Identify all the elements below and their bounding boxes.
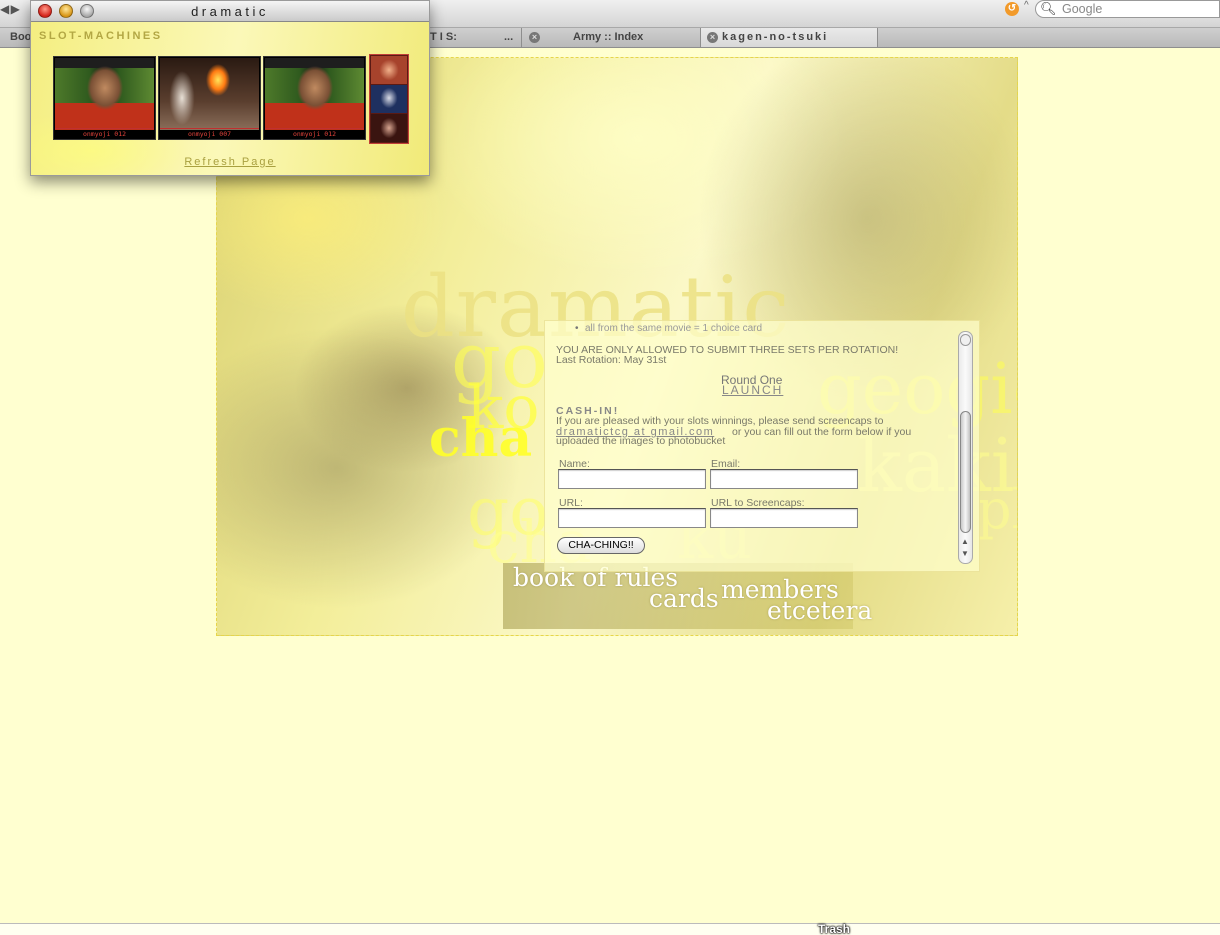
member-thumbnail[interactable] — [371, 114, 407, 142]
slot-card-divider — [55, 128, 154, 129]
close-tab-icon[interactable]: × — [707, 32, 718, 43]
launch-link[interactable]: LAUNCH — [722, 383, 783, 397]
search-menu-caret-icon[interactable]: ^ — [1024, 0, 1029, 11]
scroll-down-arrow-icon[interactable]: ▼ — [961, 549, 969, 558]
scroll-top-cap — [960, 334, 971, 346]
scroll-thumb[interactable] — [960, 411, 971, 533]
content-panel[interactable]: all from the same movie = 1 choice card … — [544, 320, 980, 572]
tab-label: T I S: — [430, 31, 457, 43]
tab-kagen-no-tsuki[interactable]: × kagen-no-tsuki — [701, 28, 878, 47]
close-tab-icon[interactable]: × — [529, 32, 540, 43]
slot-card: onmyoji 012 — [53, 56, 156, 140]
last-rotation-text: Last Rotation: May 31st — [556, 354, 667, 366]
tab-label: Army :: Index — [573, 31, 644, 43]
url-field[interactable] — [558, 508, 706, 528]
slot-machine-popup-window: dramatic SLOT-MACHINES onmyoji 012 onmyo… — [30, 0, 430, 176]
tab-bookmarks[interactable]: Boo — [0, 28, 33, 47]
scroll-up-arrow-icon[interactable]: ▲ — [961, 537, 969, 546]
back-forward-icon[interactable]: ◀ ▶ — [0, 2, 20, 16]
tab-label: kagen-no-tsuki — [722, 31, 829, 43]
slot-card-label: onmyoji 007 — [187, 130, 232, 138]
slot-card-image — [160, 58, 259, 130]
cashin-text: If you are pleased with your slots winni… — [556, 415, 884, 427]
screencaps-url-field[interactable] — [710, 508, 858, 528]
cashin-text: uploaded the images to photobucket — [556, 435, 726, 447]
tab-army-index[interactable]: × Army :: Index — [523, 28, 701, 47]
search-icon[interactable]: 🔍︎ — [1040, 1, 1058, 17]
name-field[interactable] — [558, 469, 706, 489]
snapback-icon[interactable]: ↺ — [1005, 2, 1019, 16]
bg-word: go — [451, 316, 548, 406]
slot-card-divider — [160, 128, 259, 129]
tab-tis[interactable]: T I S: ... — [430, 28, 522, 47]
slot-card-label: onmyoji 012 — [82, 130, 127, 138]
slot-machines-heading: SLOT-MACHINES — [39, 30, 163, 42]
refresh-page-link[interactable]: Refresh Page — [31, 156, 429, 168]
slot-card-image — [265, 58, 364, 130]
slot-card-image — [55, 58, 154, 130]
popup-title: dramatic — [191, 4, 269, 19]
tab-label: Boo — [10, 31, 32, 43]
rule-list-item: all from the same movie = 1 choice card — [575, 324, 762, 335]
cha-ching-submit-button[interactable]: CHA-CHING!! — [557, 537, 645, 554]
search-input[interactable]: Google — [1035, 0, 1220, 18]
tab-ellipsis: ... — [504, 31, 514, 43]
bg-word: go — [467, 473, 549, 550]
popup-titlebar[interactable]: dramatic — [31, 1, 429, 22]
member-thumbnail[interactable] — [371, 85, 407, 113]
bg-word: ko — [467, 373, 540, 443]
slot-card: onmyoji 007 — [158, 56, 261, 140]
slot-card: onmyoji 012 — [263, 56, 366, 140]
member-thumbnail[interactable] — [371, 56, 407, 84]
content-scrollbar[interactable]: ▲ ▼ — [958, 331, 973, 564]
trash-label[interactable]: Trash — [818, 922, 850, 935]
nav-cards-link[interactable]: cards — [649, 584, 719, 613]
email-field[interactable] — [710, 469, 858, 489]
bg-word: pl — [977, 478, 1017, 541]
slot-card-label: onmyoji 012 — [292, 130, 337, 138]
nav-etcetera-link[interactable]: etcetera — [767, 596, 872, 625]
member-thumbnail-strip — [369, 54, 409, 144]
dock-bar — [0, 923, 1220, 935]
bg-word: cha — [429, 408, 533, 469]
slot-card-divider — [265, 128, 364, 129]
cashin-text: or you can fill out the form below if yo… — [732, 426, 912, 438]
